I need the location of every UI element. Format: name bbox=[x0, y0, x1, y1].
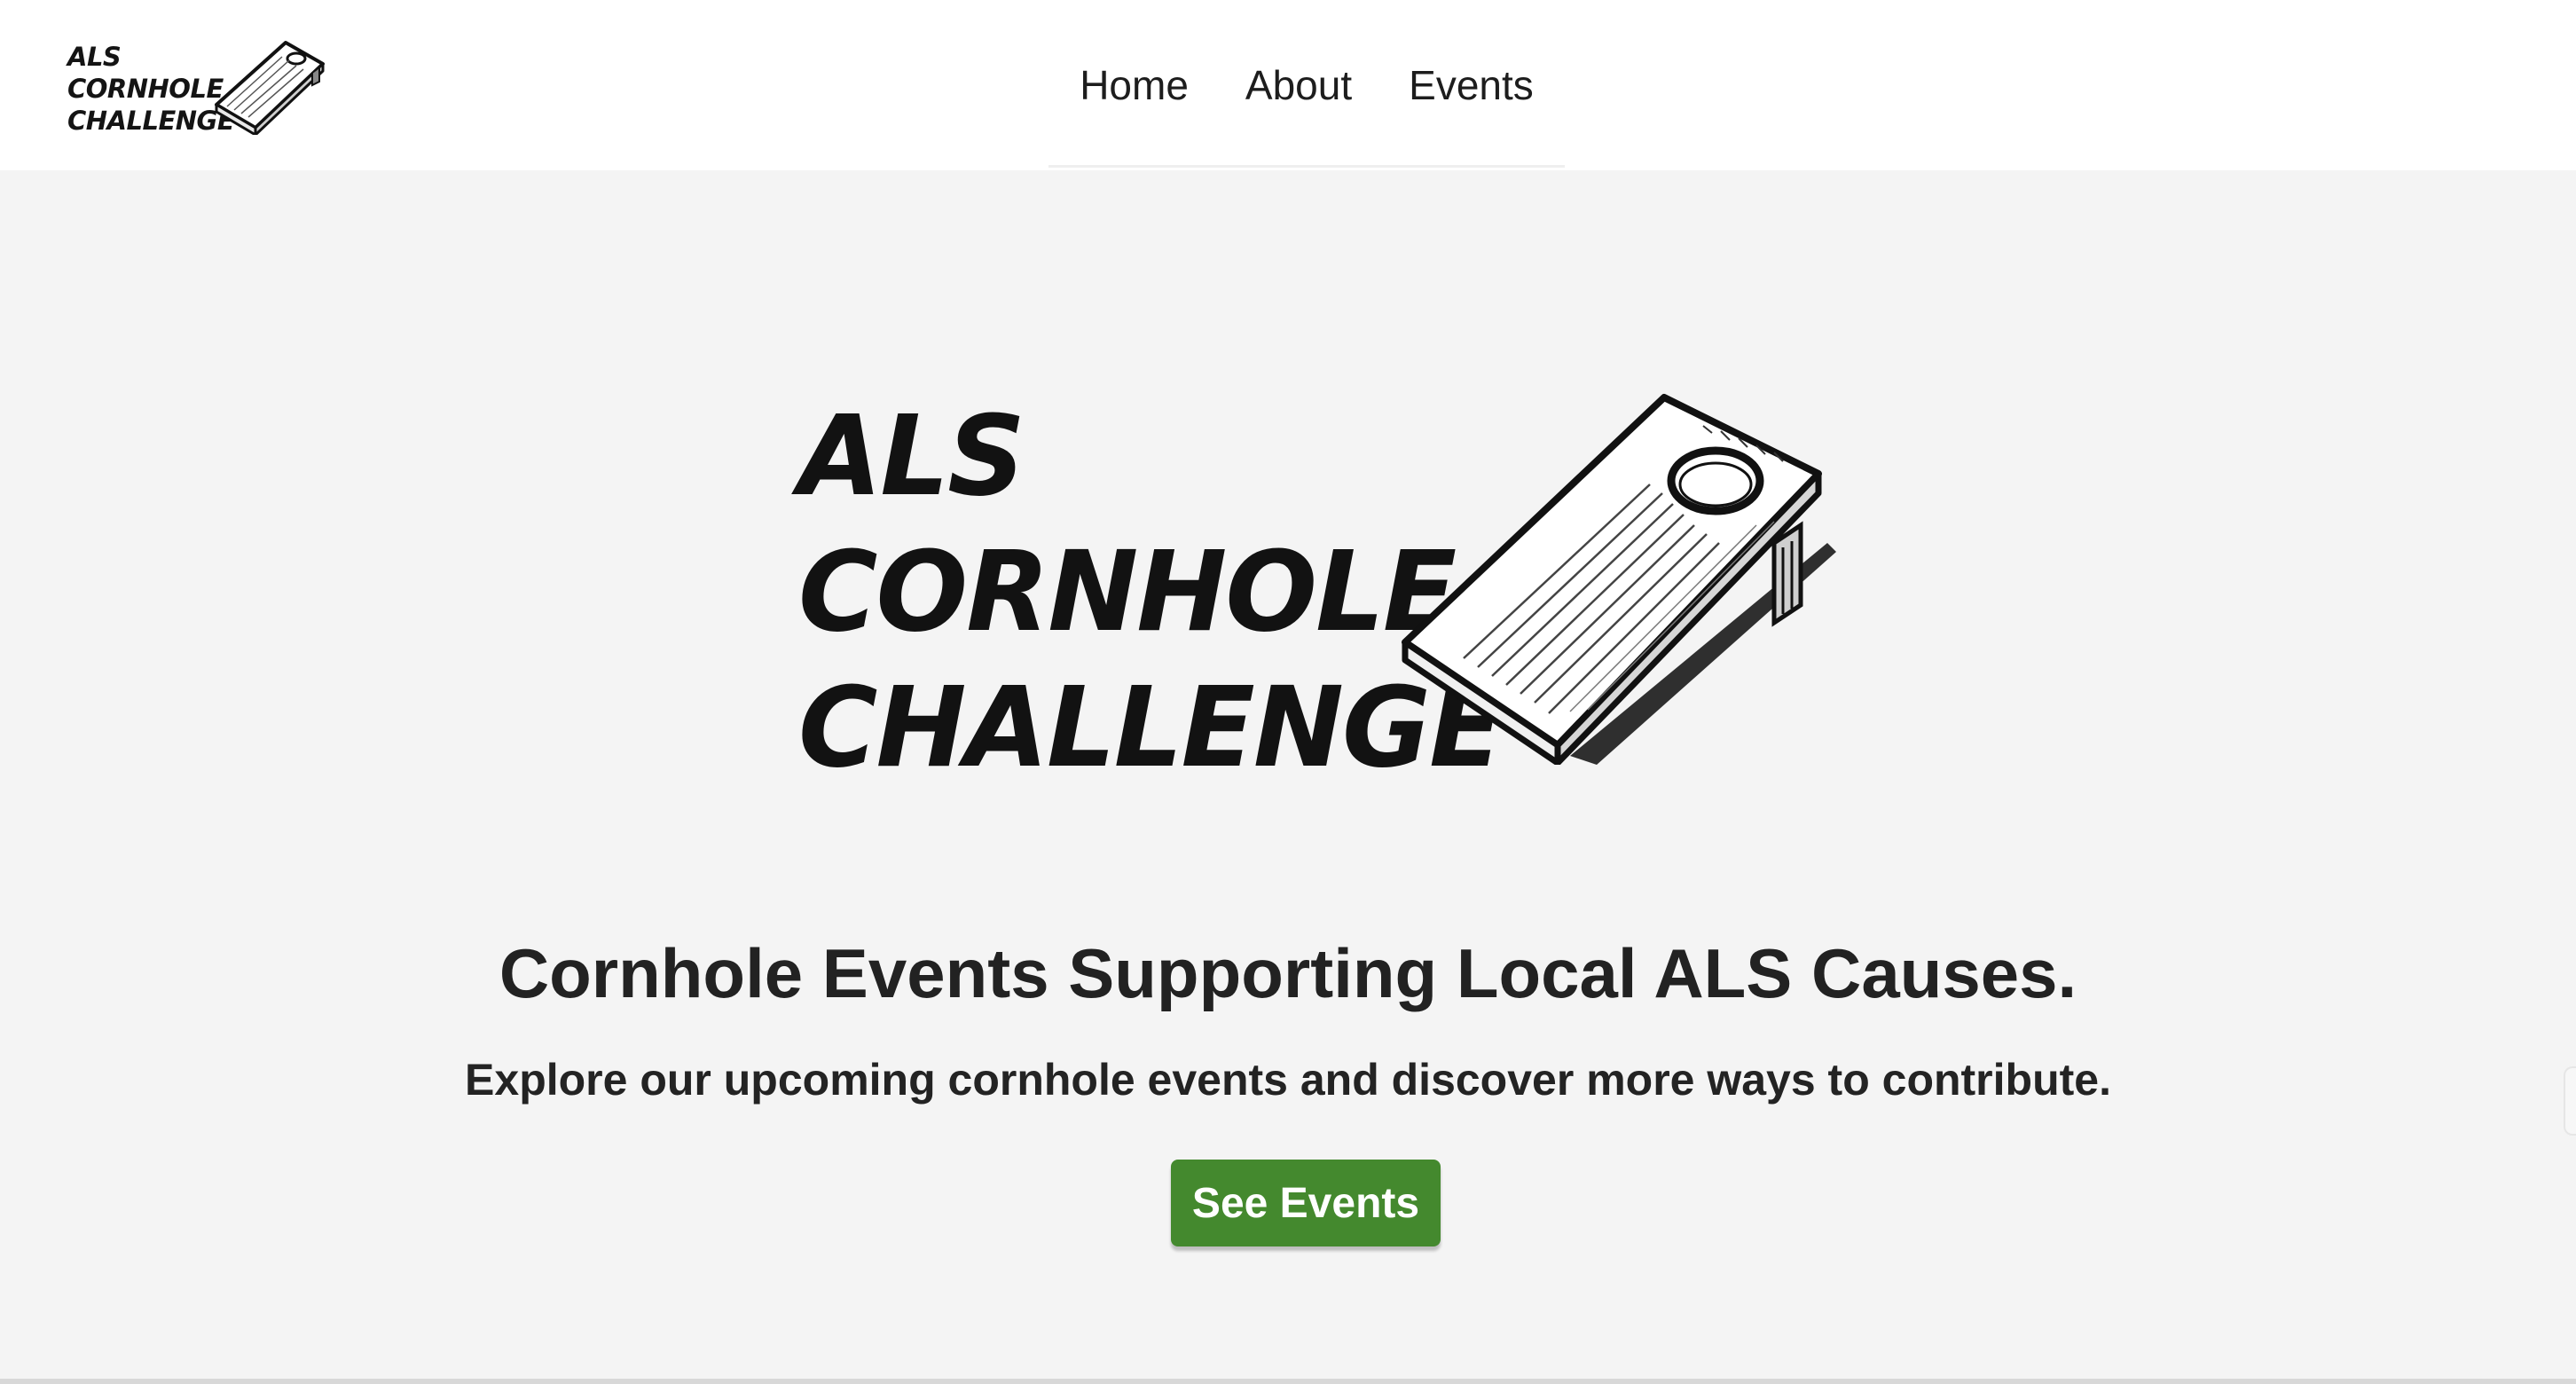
see-events-button[interactable]: See Events bbox=[1171, 1160, 1441, 1246]
brand-logo-line: CORNHOLE bbox=[67, 74, 224, 104]
nav-divider bbox=[1048, 165, 1565, 168]
brand-logo[interactable]: ALS CORNHOLE CHALLENGE bbox=[67, 35, 334, 140]
hero-logo-line: CHALLENGE bbox=[798, 663, 1503, 792]
brand-logo-line: ALS bbox=[67, 42, 122, 72]
main-nav: Home About Events bbox=[1048, 0, 1565, 170]
nav-home-link[interactable]: Home bbox=[1051, 0, 1217, 170]
brand-logo-line: CHALLENGE bbox=[67, 106, 235, 136]
brand-logo-text: ALS CORNHOLE CHALLENGE bbox=[67, 41, 235, 137]
site-header: ALS CORNHOLE CHALLENGE Home About Events bbox=[0, 0, 2576, 170]
hero-logo-line: CORNHOLE bbox=[798, 527, 1457, 657]
nav-events-link[interactable]: Events bbox=[1380, 0, 1562, 170]
page-bottom-divider bbox=[0, 1379, 2576, 1384]
cornhole-board-icon bbox=[1402, 394, 1836, 765]
hero-section: ALS CORNHOLE CHALLENGE Cornhole Events S… bbox=[0, 170, 2576, 1379]
hero-heading: Cornhole Events Supporting Local ALS Cau… bbox=[499, 934, 2077, 1012]
hero-subheading: Explore our upcoming cornhole events and… bbox=[465, 1055, 2111, 1105]
hero-logo: ALS CORNHOLE CHALLENGE bbox=[798, 392, 1836, 791]
nav-about-link[interactable]: About bbox=[1217, 0, 1380, 170]
hero-logo-line: ALS bbox=[798, 391, 1025, 521]
cornhole-board-icon bbox=[215, 41, 325, 135]
hero-logo-text: ALS CORNHOLE CHALLENGE bbox=[798, 389, 1503, 796]
side-edge-tab[interactable] bbox=[2564, 1066, 2576, 1136]
